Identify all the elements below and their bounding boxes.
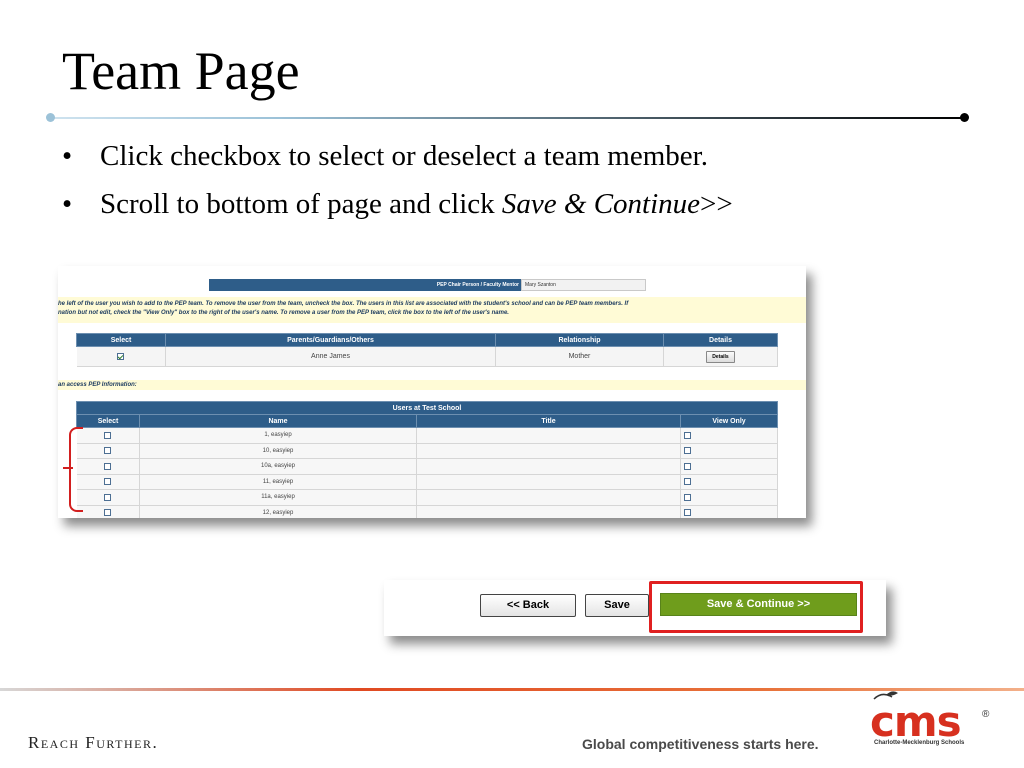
view-only-checkbox[interactable]: [684, 509, 691, 517]
column-header: Parents/Guardians/Others: [165, 333, 496, 347]
select-checkbox[interactable]: [104, 509, 112, 517]
select-checkbox[interactable]: [104, 493, 112, 501]
user-name: 11a, easyiep: [139, 489, 417, 506]
user-title: [416, 443, 681, 459]
view-only-checkbox[interactable]: [684, 478, 691, 486]
user-title: [416, 427, 681, 444]
view-only-checkbox[interactable]: [684, 493, 691, 501]
column-header: Relationship: [495, 333, 664, 347]
save-button[interactable]: Save: [585, 594, 649, 617]
checkbox-highlight-bracket: [69, 427, 83, 512]
table-row: 11, easyiep: [76, 474, 778, 490]
instructions-banner: he left of the user you wish to add to t…: [58, 297, 806, 323]
save-continue-highlight: [649, 581, 863, 633]
select-checkbox[interactable]: [117, 352, 125, 360]
divider-dot-left: [46, 113, 55, 122]
column-header: Select: [76, 333, 166, 347]
user-title: [416, 505, 681, 518]
users-table: Users at Test School Select Name Title V…: [76, 401, 778, 518]
user-name: 1, easyiep: [139, 427, 417, 444]
pep-access-label: an access PEP Information:: [58, 380, 806, 390]
table-row: 12, easyiep: [76, 505, 778, 518]
table-row: 10, easyiep: [76, 443, 778, 459]
user-title: [416, 489, 681, 506]
user-name: 11, easyiep: [139, 474, 417, 490]
team-page-screenshot: PEP Chair Person / Faculty Mentor Mary S…: [58, 266, 806, 518]
table-row: 10a, easyiep: [76, 458, 778, 475]
back-button[interactable]: << Back: [480, 594, 576, 617]
slide-title: Team Page: [62, 41, 300, 101]
select-checkbox[interactable]: [104, 462, 112, 470]
user-title: [416, 458, 681, 475]
select-checkbox[interactable]: [104, 431, 112, 439]
parent-name: Anne James: [165, 346, 496, 367]
logo-text: cms: [870, 697, 962, 746]
details-button[interactable]: Details: [706, 350, 735, 363]
parents-table: Select Parents/Guardians/Others Relation…: [76, 333, 778, 367]
user-name: 10a, easyiep: [139, 458, 417, 475]
bullet-list: • Click checkbox to select or deselect a…: [62, 140, 733, 236]
column-header: Details: [663, 333, 778, 347]
logo-subtitle: Charlotte-Mecklenburg Schools: [874, 740, 965, 746]
column-header: Title: [416, 414, 681, 428]
divider-dot-right: [960, 113, 969, 122]
bullet-text: Click checkbox to select or deselect a t…: [100, 140, 708, 172]
bullet-text: Scroll to bottom of page and click Save …: [100, 188, 733, 220]
view-only-checkbox[interactable]: [684, 462, 691, 470]
view-only-checkbox[interactable]: [684, 447, 691, 455]
select-checkbox[interactable]: [104, 478, 112, 486]
users-table-caption: Users at Test School: [76, 401, 778, 415]
mentor-value: Mary Szanton: [521, 279, 646, 291]
footer-tagline: Global competitiveness starts here.: [582, 736, 819, 752]
footer-divider: [0, 688, 1024, 691]
view-only-checkbox[interactable]: [684, 431, 691, 439]
table-row: 1, easyiep: [76, 427, 778, 444]
user-title: [416, 474, 681, 490]
mentor-label: PEP Chair Person / Faculty Mentor: [209, 279, 521, 291]
footer-slogan: Reach Further.: [28, 733, 159, 752]
bracket-pointer: [63, 467, 73, 469]
bullet-item: • Click checkbox to select or deselect a…: [62, 140, 708, 172]
bullet-item: • Scroll to bottom of page and click Sav…: [62, 188, 733, 220]
relationship: Mother: [495, 346, 664, 367]
select-checkbox[interactable]: [104, 447, 112, 455]
user-name: 12, easyiep: [139, 505, 417, 518]
user-name: 10, easyiep: [139, 443, 417, 459]
cms-logo: cms ® Charlotte-Mecklenburg Schools: [870, 691, 990, 755]
column-header: Select: [76, 414, 140, 428]
column-header: View Only: [680, 414, 778, 428]
title-divider: [50, 117, 966, 119]
bullet-emphasis: Save & Continue: [501, 188, 701, 220]
table-row: 11a, easyiep: [76, 489, 778, 506]
table-row: Anne James Mother Details: [76, 346, 778, 367]
registered-mark: ®: [982, 709, 990, 720]
column-header: Name: [139, 414, 417, 428]
